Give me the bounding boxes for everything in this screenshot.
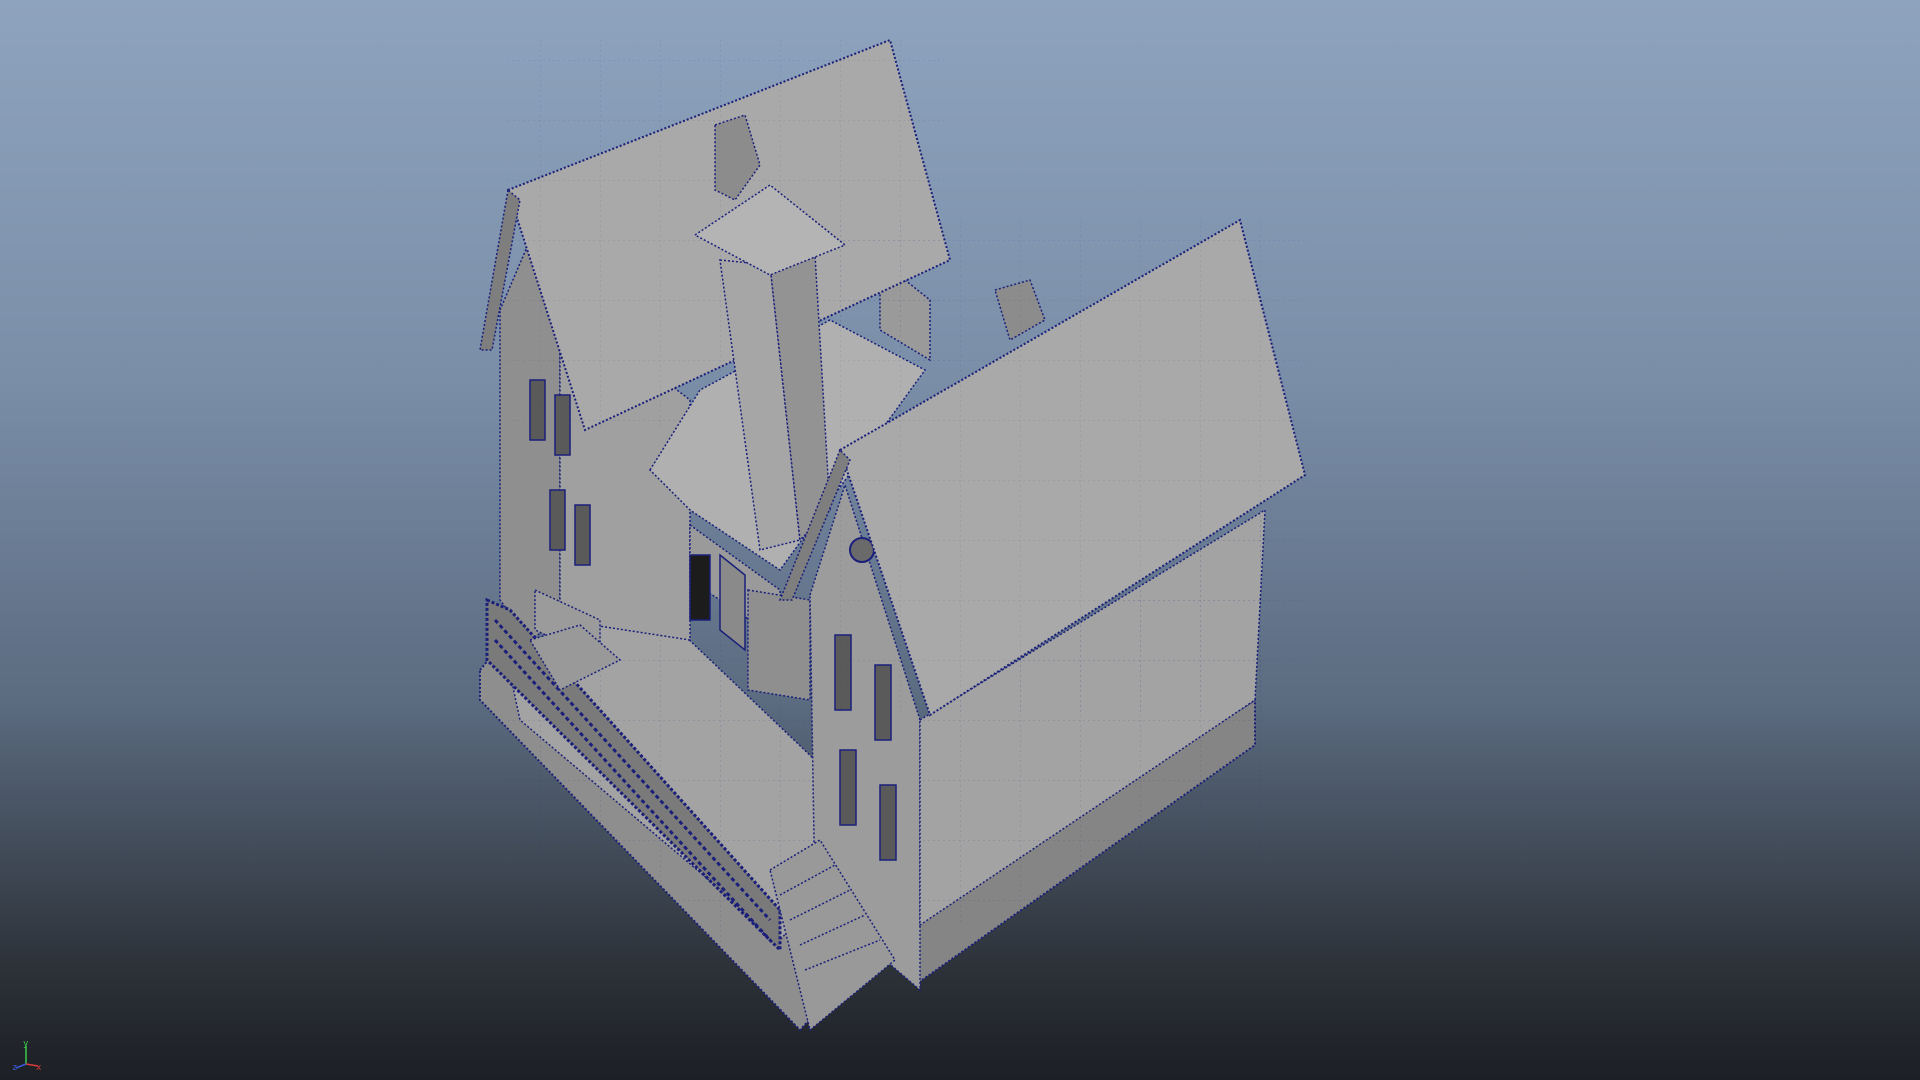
right-roof (778, 218, 1307, 717)
z-axis-label: z (12, 1063, 17, 1070)
z-axis-line (15, 1063, 27, 1069)
axis-gizmo: y x z (12, 1040, 42, 1070)
house-model[interactable] (0, 0, 1920, 1080)
3d-viewport[interactable]: y x z (0, 0, 1920, 1080)
y-axis-label: y (23, 1040, 29, 1049)
x-axis-label: x (36, 1063, 42, 1070)
